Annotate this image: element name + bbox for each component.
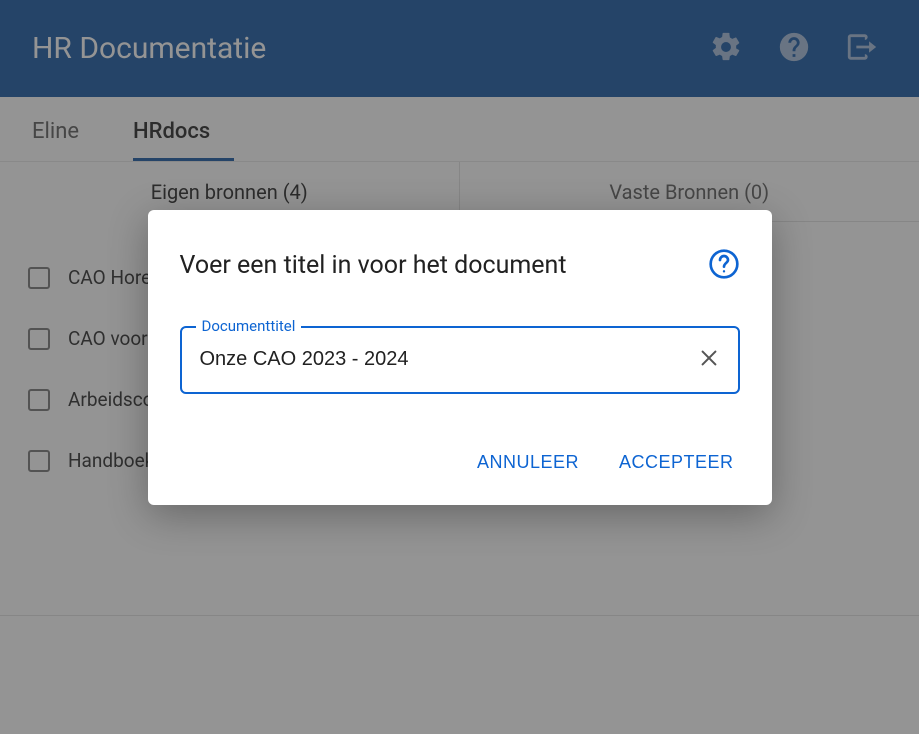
dialog-title: Voer een titel in voor het document [180,251,567,280]
accept-button[interactable]: ACCEPTEER [613,444,740,481]
dialog-actions: ANNULEER ACCEPTEER [180,444,740,481]
field-label: Documenttitel [196,317,302,335]
document-title-input[interactable] [200,348,698,371]
title-dialog: Voer een titel in voor het document Docu… [148,210,772,505]
modal-overlay[interactable]: Voer een titel in voor het document Docu… [0,0,919,734]
dialog-header: Voer een titel in voor het document [180,248,740,284]
cancel-button[interactable]: ANNULEER [471,444,585,481]
clear-icon[interactable] [698,347,720,373]
dialog-help-icon[interactable] [708,248,740,284]
document-title-field[interactable]: Documenttitel [180,326,740,394]
